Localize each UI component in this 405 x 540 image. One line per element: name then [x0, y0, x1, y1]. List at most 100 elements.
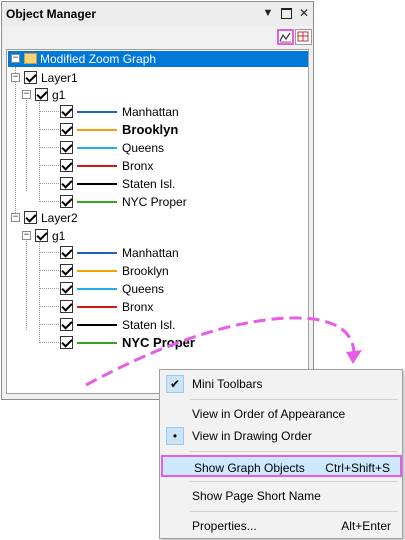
menu-item-label: Show Page Short Name [192, 489, 321, 503]
plot-checkbox[interactable] [60, 282, 73, 295]
line-swatch [77, 306, 117, 308]
plot-label: NYC Proper [122, 335, 195, 350]
menu-item-label: Show Graph Objects [194, 461, 305, 475]
layer-label: Layer1 [41, 71, 78, 85]
layer-checkbox[interactable] [24, 211, 37, 224]
object-manager-panel: Object Manager ▼ ✕ − Modified Zoom Graph [1, 1, 314, 400]
menu-separator [190, 481, 398, 482]
layer-label: Layer2 [41, 211, 78, 225]
menu-item-order-of-appearance[interactable]: View in Order of Appearance [161, 403, 401, 425]
menu-item-label: Properties... [192, 519, 257, 533]
plot-item[interactable]: Staten Isl. [60, 175, 300, 193]
plot-item[interactable]: Bronx [60, 157, 300, 175]
plot-label: NYC Proper [122, 195, 187, 209]
collapse-icon[interactable]: − [22, 231, 31, 240]
line-swatch [77, 201, 117, 203]
menu-item-mini-toolbars[interactable]: ✔ Mini Toolbars [161, 373, 401, 395]
tree-group-2[interactable]: − g1 [22, 227, 222, 245]
checkmark-icon: ✔ [166, 375, 184, 393]
plot-item[interactable]: Brooklyn [60, 262, 300, 280]
plot-item[interactable]: Manhattan [60, 103, 300, 121]
tree-guide [39, 147, 59, 148]
layer-checkbox[interactable] [24, 71, 37, 84]
tree-guide [39, 111, 59, 112]
line-swatch [77, 288, 117, 290]
tree-guide [39, 288, 59, 289]
root-label: Modified Zoom Graph [40, 52, 157, 66]
collapse-icon[interactable]: − [22, 90, 31, 99]
collapse-icon[interactable]: − [11, 73, 20, 82]
plot-checkbox[interactable] [60, 300, 73, 313]
tree-guide [39, 342, 59, 343]
plot-item[interactable]: Bronx [60, 298, 300, 316]
plot-item[interactable]: Staten Isl. [60, 316, 300, 334]
line-swatch [77, 270, 117, 272]
plot-checkbox[interactable] [60, 264, 73, 277]
plot-checkbox[interactable] [60, 336, 73, 349]
plot-item[interactable]: Brooklyn [60, 121, 300, 139]
menu-item-label: Mini Toolbars [192, 377, 263, 391]
context-menu: ✔ Mini Toolbars View in Order of Appeara… [159, 369, 403, 539]
tree-guide [39, 102, 40, 202]
line-swatch [77, 129, 117, 131]
menu-item-show-page-short-name[interactable]: Show Page Short Name [161, 485, 401, 507]
graph-objects-icon[interactable] [277, 29, 294, 45]
plot-checkbox[interactable] [60, 105, 73, 118]
layer-properties-icon[interactable] [295, 29, 312, 45]
plot-label: Bronx [122, 300, 154, 314]
collapse-icon[interactable]: − [11, 54, 20, 63]
tree-guide [39, 324, 59, 325]
tree-guide [39, 241, 40, 341]
plot-checkbox[interactable] [60, 246, 73, 259]
plot-label: Staten Isl. [122, 177, 176, 191]
menu-item-shortcut: Ctrl+Shift+S [325, 461, 390, 475]
tree-guide [39, 183, 59, 184]
plot-item[interactable]: Queens [60, 280, 300, 298]
plot-label: Staten Isl. [122, 318, 176, 332]
plot-label: Brooklyn [122, 264, 169, 278]
tree-guide [39, 165, 59, 166]
tree-group-1[interactable]: − g1 [22, 86, 222, 104]
group-label: g1 [52, 229, 66, 243]
tree-layer-1[interactable]: − Layer1 [11, 69, 211, 87]
group-checkbox[interactable] [35, 88, 48, 101]
plot-checkbox[interactable] [60, 159, 73, 172]
plot-label: Queens [122, 141, 165, 155]
menu-separator [190, 451, 398, 452]
collapse-icon[interactable]: − [11, 213, 20, 222]
plot-checkbox[interactable] [60, 195, 73, 208]
plot-checkbox[interactable] [60, 123, 73, 136]
plot-label: Bronx [122, 159, 154, 173]
plot-checkbox[interactable] [60, 177, 73, 190]
panel-title: Object Manager [6, 7, 97, 21]
line-swatch [77, 147, 117, 149]
radio-dot-icon: • [166, 427, 184, 445]
group-checkbox[interactable] [35, 229, 48, 242]
menu-item-shortcut: Alt+Enter [341, 519, 391, 533]
maximize-icon[interactable] [279, 6, 293, 20]
plot-label: Brooklyn [122, 122, 179, 137]
tree-layer-2[interactable]: − Layer2 [11, 209, 211, 227]
line-swatch [77, 342, 117, 344]
menu-item-drawing-order[interactable]: • View in Drawing Order [161, 425, 401, 447]
plot-checkbox[interactable] [60, 318, 73, 331]
plot-checkbox[interactable] [60, 141, 73, 154]
folder-icon [24, 53, 37, 64]
close-icon[interactable]: ✕ [297, 6, 311, 20]
plot-item[interactable]: Queens [60, 139, 300, 157]
line-swatch [77, 165, 117, 167]
plot-item[interactable]: NYC Proper [60, 334, 300, 352]
menu-item-properties[interactable]: Properties... Alt+Enter [161, 515, 401, 537]
menu-item-label: View in Drawing Order [192, 429, 312, 443]
group-label: g1 [52, 88, 66, 102]
menu-separator [190, 511, 398, 512]
tree-root-graph[interactable]: − Modified Zoom Graph [8, 51, 308, 67]
tree-guide [26, 96, 27, 191]
object-tree[interactable]: − Modified Zoom Graph − Layer1 − g1 Manh… [6, 49, 309, 394]
line-swatch [77, 111, 117, 113]
menu-item-show-graph-objects[interactable]: Show Graph Objects Ctrl+Shift+S [161, 455, 402, 477]
line-swatch [77, 324, 117, 326]
tree-guide [39, 306, 59, 307]
dropdown-icon[interactable]: ▼ [261, 6, 275, 20]
plot-item[interactable]: Manhattan [60, 244, 300, 262]
